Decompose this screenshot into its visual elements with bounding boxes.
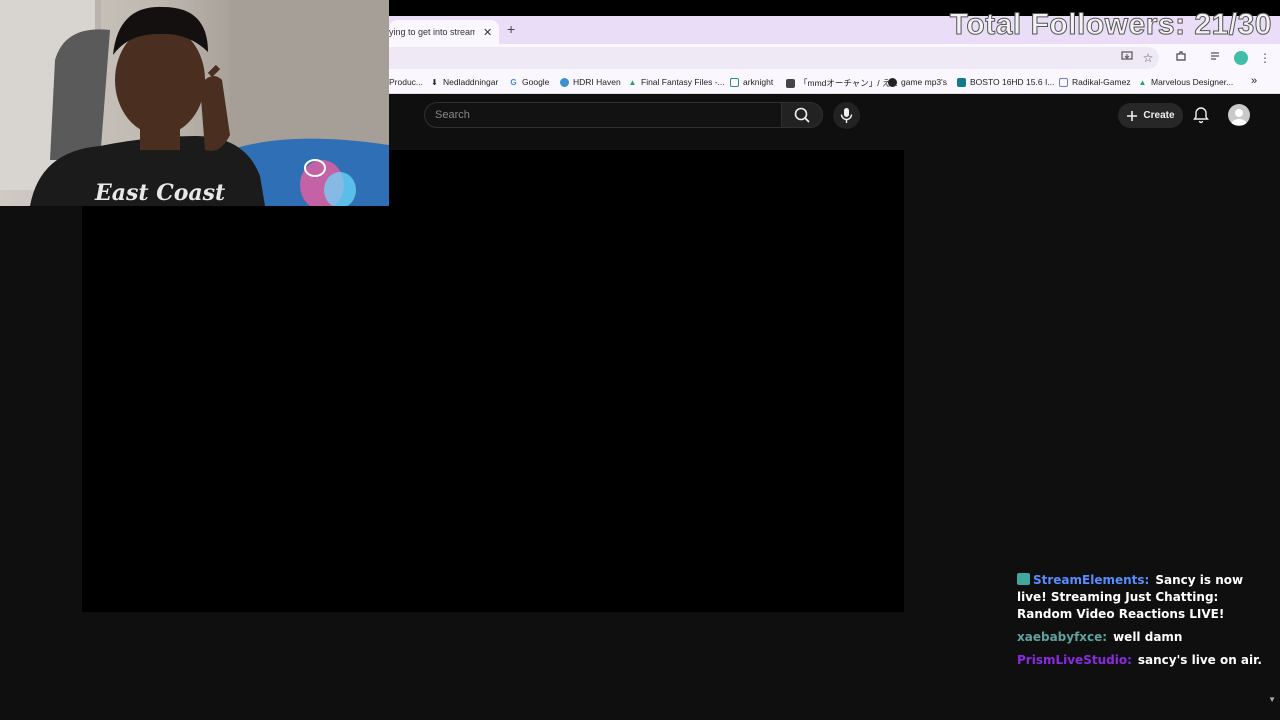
search-icon [794,107,810,123]
browser-tab[interactable]: ying to get into streamin ✕ [389,20,499,44]
chat-text: sancy's live on air. [1137,653,1262,667]
chat-username: xaebabyfxce: [1017,630,1108,644]
bookmark-star-icon[interactable]: ☆ [1140,50,1156,66]
notifications-bell-icon[interactable] [1191,105,1211,125]
drive-icon: ▲ [1138,77,1147,87]
tab-title: ying to get into streamin [389,27,475,37]
install-app-icon[interactable] [1119,50,1135,66]
address-bar[interactable] [389,47,1159,69]
search-button[interactable] [781,102,823,128]
media-queue-icon[interactable] [1208,50,1224,66]
user-silhouette-icon [1231,109,1247,125]
create-label: Create [1143,110,1175,121]
microphone-icon [840,108,853,123]
bookmark-item[interactable]: Produc... [389,77,423,87]
voice-search-button[interactable] [833,102,860,129]
chat-message: PrismLiveStudio: sancy's live on air. [1017,652,1275,669]
bookmark-item[interactable]: G Google [509,77,549,87]
stream-screen: ying to get into streamin ✕ + ☆ ⋮ Produc… [0,0,1280,720]
youtube-header: Search Create [389,97,1280,133]
google-icon: G [510,77,517,87]
bookmark-item[interactable]: ▲ Marvelous Designer... [1138,77,1234,87]
menu-kebab-icon[interactable]: ⋮ [1257,50,1273,66]
account-avatar[interactable] [1228,104,1250,126]
chat-text: well damn [1113,630,1183,644]
bot-icon [1017,573,1030,585]
hdri-icon [560,77,569,87]
webcam-feed: East Coast [0,0,389,206]
chat-message: StreamElements: Sancy is now live! Stream… [1017,572,1275,623]
extensions-icon[interactable] [1173,50,1189,66]
search-input[interactable]: Search [424,102,782,128]
chat-message: xaebabyfxce: well damn [1017,629,1275,646]
bosto-icon [957,77,966,87]
new-tab-button[interactable]: + [507,21,515,37]
drive-icon: ▲ [628,77,637,87]
profile-avatar-icon[interactable] [1234,51,1248,65]
chat-username: StreamElements: [1033,573,1150,587]
tv-icon [730,77,739,87]
chat-overlay: StreamElements: Sancy is now live! Stream… [1017,572,1275,675]
video-player[interactable] [82,150,904,612]
bookmark-item[interactable]: ▲ Final Fantasy Files -... [628,77,725,87]
more-bookmarks-icon[interactable]: » [1251,75,1257,87]
bookmark-item[interactable]: ⬇ Nedladdningar [430,77,498,87]
follower-goal-counter: Total Followers: 21/30 [949,8,1272,42]
bookmark-item[interactable]: arknight [730,77,773,87]
download-icon: ⬇ [431,77,438,87]
bookmark-item[interactable]: 「mmdオーチャン」/ え... [786,77,898,89]
chat-username: PrismLiveStudio: [1017,653,1132,667]
bookmark-item[interactable]: Radikal-Gamez [1059,77,1131,87]
page-icon [1059,77,1068,87]
bookmarks-bar: Produc... ⬇ Nedladdningar G Google HDRI Ha… [389,72,1280,94]
bookmark-item[interactable]: HDRI Haven [560,77,621,87]
plus-icon [1127,110,1138,121]
streamer-webcam-image: East Coast [0,0,389,206]
browser-toolbar: ☆ ⋮ [389,44,1280,72]
bookmark-item[interactable]: BOSTO 16HD 15.6 I... [957,77,1054,87]
globe-icon [888,77,897,87]
svg-text:East Coast: East Coast [94,180,225,206]
create-button[interactable]: Create [1118,103,1183,128]
bookmark-item[interactable]: game mp3's [888,77,947,87]
film-icon [786,78,795,88]
close-tab-icon[interactable]: ✕ [483,26,492,39]
scroll-down-arrow-icon[interactable]: ▼ [1268,695,1276,704]
